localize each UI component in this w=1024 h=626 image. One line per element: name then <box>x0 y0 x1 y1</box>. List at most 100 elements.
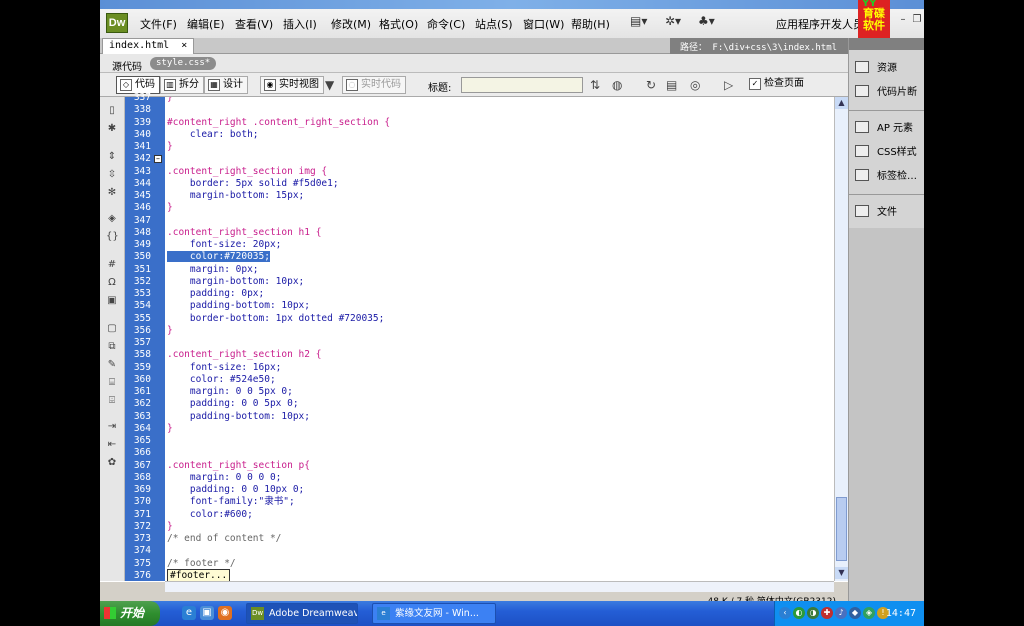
line-number: 354 <box>133 300 151 312</box>
menu-view[interactable]: 查看(V) <box>235 16 273 32</box>
menu-file[interactable]: 文件(F) <box>140 16 177 32</box>
close-tab-icon[interactable]: × <box>181 40 187 51</box>
desktop-icon[interactable]: ▣ <box>200 606 214 620</box>
menu-insert[interactable]: 插入(I) <box>283 16 317 32</box>
preview-browser-icon[interactable]: ◍ <box>612 78 622 92</box>
collapse-selection-icon[interactable]: ⇳ <box>106 169 118 180</box>
panel-snippets[interactable]: 代码片断 <box>855 84 917 102</box>
remove-comment-icon[interactable]: ✎ <box>106 359 118 370</box>
view-options-icon[interactable]: ▤ <box>666 78 677 92</box>
live-view-button[interactable]: ◉ 实时视图 <box>260 76 324 94</box>
menu-edit[interactable]: 编辑(E) <box>187 16 225 32</box>
validate-icon[interactable]: ▷ <box>724 78 733 92</box>
horizontal-scrollbar[interactable] <box>165 581 834 592</box>
related-file-tab[interactable]: style.css* <box>150 57 217 70</box>
start-button[interactable]: 开始 <box>100 601 160 626</box>
live-view-icon: ◉ <box>264 79 276 91</box>
panel-assets[interactable]: 资源 <box>855 60 897 78</box>
file-management-icon[interactable]: ⇅ <box>590 78 600 92</box>
balance-braces-icon[interactable]: {} <box>106 231 119 242</box>
panel-css-styles[interactable]: CSS样式 <box>855 144 917 162</box>
tray-network-icon[interactable]: ◐ <box>793 607 805 619</box>
collapse-tag-icon[interactable]: ⇕ <box>106 151 118 162</box>
workspace-switcher[interactable]: 应用程序开发人员 <box>776 16 864 32</box>
menu-site[interactable]: 站点(S) <box>475 16 513 32</box>
word-wrap-icon[interactable]: ▣ <box>106 295 118 306</box>
apply-comment-icon[interactable]: ⧉ <box>106 341 118 352</box>
collapsed-code-tag[interactable]: #footer... <box>167 568 231 581</box>
collapse-marker-icon[interactable]: – <box>154 155 162 163</box>
line-number: 339 <box>133 116 151 128</box>
code-icon: ◇ <box>120 79 132 91</box>
split-view-button[interactable]: ▥ 拆分 <box>160 76 204 94</box>
restore-icon[interactable]: ❐ <box>910 14 924 26</box>
tray-volume-icon[interactable]: ♪ <box>835 607 847 619</box>
tray-security-icon[interactable]: ◑ <box>807 607 819 619</box>
live-view-dropdown-icon[interactable]: ▼ <box>325 78 334 92</box>
document-tab[interactable]: index.html × <box>102 38 195 54</box>
site-icon[interactable]: ♣▾ <box>698 14 715 28</box>
design-view-button[interactable]: ▦ 设计 <box>204 76 248 94</box>
panel-ap-elements[interactable]: AP 元素 <box>855 120 913 138</box>
code-text: } <box>167 141 173 152</box>
menu-format[interactable]: 格式(O) <box>379 16 418 32</box>
task-dreamweaver-label: Adobe Dreamweave... <box>269 608 358 619</box>
menu-modify[interactable]: 修改(M) <box>331 16 371 32</box>
code-editor[interactable]: } #content_right .content_right_section {… <box>165 97 834 581</box>
coding-toolbar: ▯ ✱ ⇕ ⇳ ✻ ◈ {} # Ω ▣ ▢ ⧉ ✎ ⌸ ⌹ ⇥ ⇤ ✿ <box>100 97 125 581</box>
code-text: font-size: 20px; <box>167 239 282 250</box>
tray-expand-icon[interactable]: ‹ <box>779 607 791 619</box>
tray-input-icon[interactable]: ◆ <box>849 607 861 619</box>
code-line: .content_right_section p{ <box>167 460 310 472</box>
tray-shield-icon[interactable]: ◈ <box>863 607 875 619</box>
indent-icon[interactable]: ⇥ <box>106 421 118 432</box>
task-dreamweaver[interactable]: Dw Adobe Dreamweave... <box>246 603 358 624</box>
ie-icon[interactable]: e <box>182 606 196 620</box>
firefox-icon[interactable]: ◉ <box>218 606 232 620</box>
menu-window[interactable]: 窗口(W) <box>523 16 564 32</box>
syntax-error-icon[interactable]: ▢ <box>106 323 118 334</box>
vertical-scrollbar[interactable]: ▲ ▼ <box>834 97 848 581</box>
code-line: .content_right_section img { <box>167 166 327 178</box>
visual-aids-icon[interactable]: ◎ <box>690 78 700 92</box>
line-numbers-icon[interactable]: # <box>106 259 118 270</box>
live-code-button[interactable]: ◌ 实时代码 <box>342 76 406 94</box>
code-text: } <box>167 202 173 214</box>
scroll-up-icon[interactable]: ▲ <box>835 97 848 109</box>
layout-icon[interactable]: ▤▾ <box>630 14 647 28</box>
scroll-thumb[interactable] <box>836 497 847 561</box>
open-documents-icon[interactable]: ▯ <box>106 105 118 116</box>
panel-assets-label: 资源 <box>877 63 897 74</box>
design-icon: ▦ <box>208 79 220 91</box>
format-source-icon[interactable]: ✿ <box>106 457 118 468</box>
code-text: margin-bottom: 15px; <box>167 190 305 201</box>
extensions-icon[interactable]: ✲▾ <box>665 14 681 28</box>
title-input[interactable] <box>461 77 583 93</box>
expand-all-icon[interactable]: ✻ <box>106 187 118 198</box>
task-browser[interactable]: e 紫缘文友网 - Win... <box>372 603 496 624</box>
recent-snippets-icon[interactable]: ⌹ <box>106 395 118 406</box>
panel-tag-inspector[interactable]: 标签检… <box>855 168 917 186</box>
tray-antivirus-icon[interactable]: ✚ <box>821 607 833 619</box>
dreamweaver-task-icon: Dw <box>251 607 264 620</box>
code-line: padding: 0 0 5px 0; <box>167 398 299 410</box>
select-parent-tag-icon[interactable]: ◈ <box>106 213 118 224</box>
outdent-icon[interactable]: ⇤ <box>106 439 118 450</box>
refresh-icon[interactable]: ↻ <box>646 78 656 92</box>
minimize-icon[interactable]: – <box>896 14 910 26</box>
menu-help[interactable]: 帮助(H) <box>571 16 610 32</box>
wrap-tag-icon[interactable]: ⌸ <box>106 377 118 388</box>
code-text: } <box>167 422 173 434</box>
menu-commands[interactable]: 命令(C) <box>427 16 465 32</box>
scroll-down-icon[interactable]: ▼ <box>835 567 848 579</box>
right-panel-dock: 资源 代码片断 AP 元素 CSS样式 标签检… 文件 <box>848 38 924 601</box>
selected-code-text: color:#720035; <box>167 251 270 263</box>
start-label: 开始 <box>120 606 145 620</box>
source-code-tab[interactable]: 源代码 <box>112 58 142 73</box>
show-code-navigator-icon[interactable]: ✱ <box>106 123 118 134</box>
check-page-button[interactable]: ✓ 检查页面 <box>746 76 808 94</box>
code-line: font-size: 16px; <box>167 362 282 374</box>
code-line: padding-bottom: 10px; <box>167 300 310 312</box>
highlight-invalid-icon[interactable]: Ω <box>106 277 118 288</box>
panel-files[interactable]: 文件 <box>855 204 897 222</box>
